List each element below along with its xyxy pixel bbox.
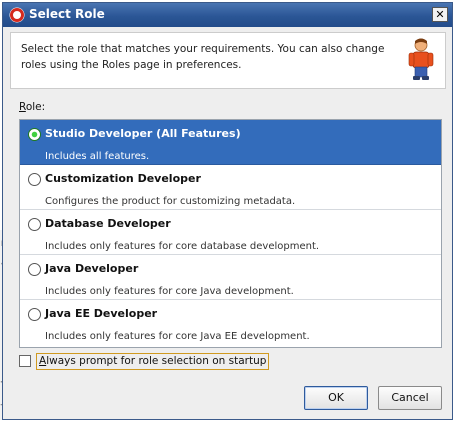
cancel-button[interactable]: Cancel: [378, 386, 442, 410]
role-title: Customization Developer: [45, 172, 201, 185]
header-panel: Select the role that matches your requir…: [10, 32, 446, 89]
role-description: Includes all features.: [45, 151, 150, 162]
role-list[interactable]: Studio Developer (All Features) Includes…: [19, 119, 442, 348]
select-role-dialog: Select Role ✕ Select the role that match…: [2, 2, 453, 420]
radio-button[interactable]: [28, 173, 41, 186]
prompt-on-startup-checkbox[interactable]: [19, 355, 31, 367]
role-option-customization-developer[interactable]: Customization Developer Configures the p…: [20, 165, 441, 210]
role-description: Includes only features for core Java dev…: [45, 286, 294, 297]
role-option-database-developer[interactable]: Database Developer Includes only feature…: [20, 210, 441, 255]
radio-button[interactable]: [28, 308, 41, 321]
role-title: Studio Developer (All Features): [45, 127, 241, 140]
radio-button-selected[interactable]: [28, 128, 41, 141]
role-title: Database Developer: [45, 217, 171, 230]
role-description: Configures the product for customizing m…: [45, 196, 296, 207]
prompt-on-startup-option[interactable]: Always prompt for role selection on star…: [19, 353, 270, 370]
role-label: Role:: [19, 101, 46, 113]
radio-button[interactable]: [28, 263, 41, 276]
title-bar[interactable]: Select Role ✕: [3, 3, 452, 27]
header-description: Select the role that matches your requir…: [21, 43, 385, 71]
app-logo-icon: [9, 7, 25, 23]
role-option-studio-developer[interactable]: Studio Developer (All Features) Includes…: [20, 120, 441, 165]
close-icon: ✕: [435, 8, 445, 21]
window-title: Select Role: [29, 7, 105, 21]
role-description: Includes only features for core database…: [45, 241, 320, 252]
role-option-java-ee-developer[interactable]: Java EE Developer Includes only features…: [20, 300, 441, 345]
role-option-java-developer[interactable]: Java Developer Includes only features fo…: [20, 255, 441, 300]
prompt-on-startup-label[interactable]: Always prompt for role selection on star…: [36, 353, 270, 370]
role-description: Includes only features for core Java EE …: [45, 331, 310, 342]
radio-button[interactable]: [28, 218, 41, 231]
ok-button[interactable]: OK: [304, 386, 368, 410]
user-role-icon: [408, 38, 434, 80]
role-title: Java Developer: [45, 262, 139, 275]
close-button[interactable]: ✕: [432, 7, 448, 22]
role-title: Java EE Developer: [45, 307, 158, 320]
